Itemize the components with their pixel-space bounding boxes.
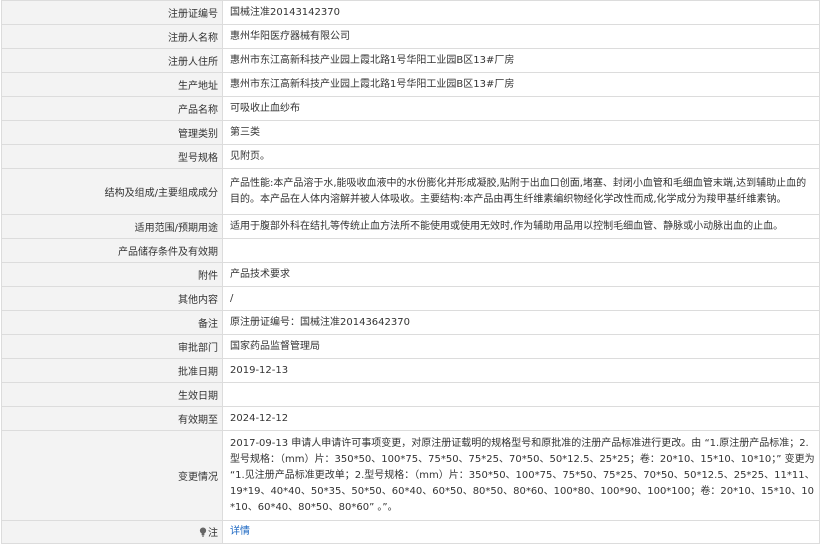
row-valid-until: 有效期至 2024-12-12 xyxy=(1,406,820,431)
field-value: 惠州市东江高新科技产业园上霞北路1号华阳工业园B区13#厂房 xyxy=(230,78,515,90)
field-value: / xyxy=(230,292,234,304)
field-value: 产品技术要求 xyxy=(230,268,290,280)
field-value: 原注册证编号：国械注准20143642370 xyxy=(230,316,410,328)
row-model-spec: 型号规格 见附页。 xyxy=(1,144,820,169)
row-note: 注 详情 xyxy=(1,520,820,544)
row-remarks: 备注 原注册证编号：国械注准20143642370 xyxy=(1,310,820,335)
field-label: 结构及组成/主要组成成分 xyxy=(1,168,223,215)
field-label: 产品名称 xyxy=(1,96,223,121)
field-value: 第三类 xyxy=(230,126,260,138)
field-value: 惠州华阳医疗器械有限公司 xyxy=(230,30,350,42)
field-value: 国家药品监督管理局 xyxy=(230,340,320,352)
details-link[interactable]: 详情 xyxy=(230,526,250,537)
field-label: 审批部门 xyxy=(1,334,223,359)
note-label-group: 注 xyxy=(199,524,218,539)
row-approval-department: 审批部门 国家药品监督管理局 xyxy=(1,334,820,359)
registration-detail-table: 注册证编号 国械注准20143142370 注册人名称 惠州华阳医疗器械有限公司… xyxy=(1,0,820,544)
field-label: 备注 xyxy=(1,310,223,335)
field-label: 变更情况 xyxy=(1,430,223,521)
field-label: 生效日期 xyxy=(1,382,223,407)
row-registrant-name: 注册人名称 惠州华阳医疗器械有限公司 xyxy=(1,24,820,49)
field-label: 批准日期 xyxy=(1,358,223,383)
field-label: 注册人名称 xyxy=(1,24,223,49)
row-attachment: 附件 产品技术要求 xyxy=(1,262,820,287)
field-label: 注册人住所 xyxy=(1,48,223,73)
field-label: 产品储存条件及有效期 xyxy=(1,238,223,263)
field-label: 注册证编号 xyxy=(1,0,223,25)
field-label: 生产地址 xyxy=(1,72,223,97)
row-management-class: 管理类别 第三类 xyxy=(1,120,820,145)
row-structure-composition: 结构及组成/主要组成成分 产品性能:本产品溶于水,能吸收血液中的水份膨化并形成凝… xyxy=(1,168,820,215)
field-value: 可吸收止血纱布 xyxy=(230,102,300,114)
row-production-address: 生产地址 惠州市东江高新科技产业园上霞北路1号华阳工业园B区13#厂房 xyxy=(1,72,820,97)
row-effective-date: 生效日期 xyxy=(1,382,820,407)
row-storage-validity: 产品储存条件及有效期 xyxy=(1,238,820,263)
row-product-name: 产品名称 可吸收止血纱布 xyxy=(1,96,820,121)
field-value: 国械注准20143142370 xyxy=(230,6,340,18)
field-label: 附件 xyxy=(1,262,223,287)
field-value: 2024-12-12 xyxy=(230,412,289,424)
field-label: 其他内容 xyxy=(1,286,223,311)
note-label: 注 xyxy=(208,528,218,540)
field-value: 2019-12-13 xyxy=(230,364,289,376)
row-intended-use: 适用范围/预期用途 适用于腹部外科在结扎等传统止血方法所不能使用或使用无效时,作… xyxy=(1,214,820,239)
row-registrant-address: 注册人住所 惠州市东江高新科技产业园上霞北路1号华阳工业园B区13#厂房 xyxy=(1,48,820,73)
field-value: 适用于腹部外科在结扎等传统止血方法所不能使用或使用无效时,作为辅助用品用以控制毛… xyxy=(230,220,784,232)
field-value: 2017-09-13 申请人申请许可事项变更，对原注册证载明的规格型号和原批准的… xyxy=(230,437,815,513)
field-value: 见附页。 xyxy=(230,150,270,162)
field-value: 惠州市东江高新科技产业园上霞北路1号华阳工业园B区13#厂房 xyxy=(230,54,515,66)
row-other-content: 其他内容 / xyxy=(1,286,820,311)
field-label: 型号规格 xyxy=(1,144,223,169)
field-label: 有效期至 xyxy=(1,406,223,431)
field-value: 产品性能:本产品溶于水,能吸收血液中的水份膨化并形成凝胶,贴附于出血口创面,堵塞… xyxy=(230,177,807,205)
field-label: 管理类别 xyxy=(1,120,223,145)
row-approval-date: 批准日期 2019-12-13 xyxy=(1,358,820,383)
field-label: 适用范围/预期用途 xyxy=(1,214,223,239)
row-registration-number: 注册证编号 国械注准20143142370 xyxy=(1,0,820,25)
row-change-history: 变更情况 2017-09-13 申请人申请许可事项变更，对原注册证载明的规格型号… xyxy=(1,430,820,521)
lightbulb-icon xyxy=(199,527,207,537)
